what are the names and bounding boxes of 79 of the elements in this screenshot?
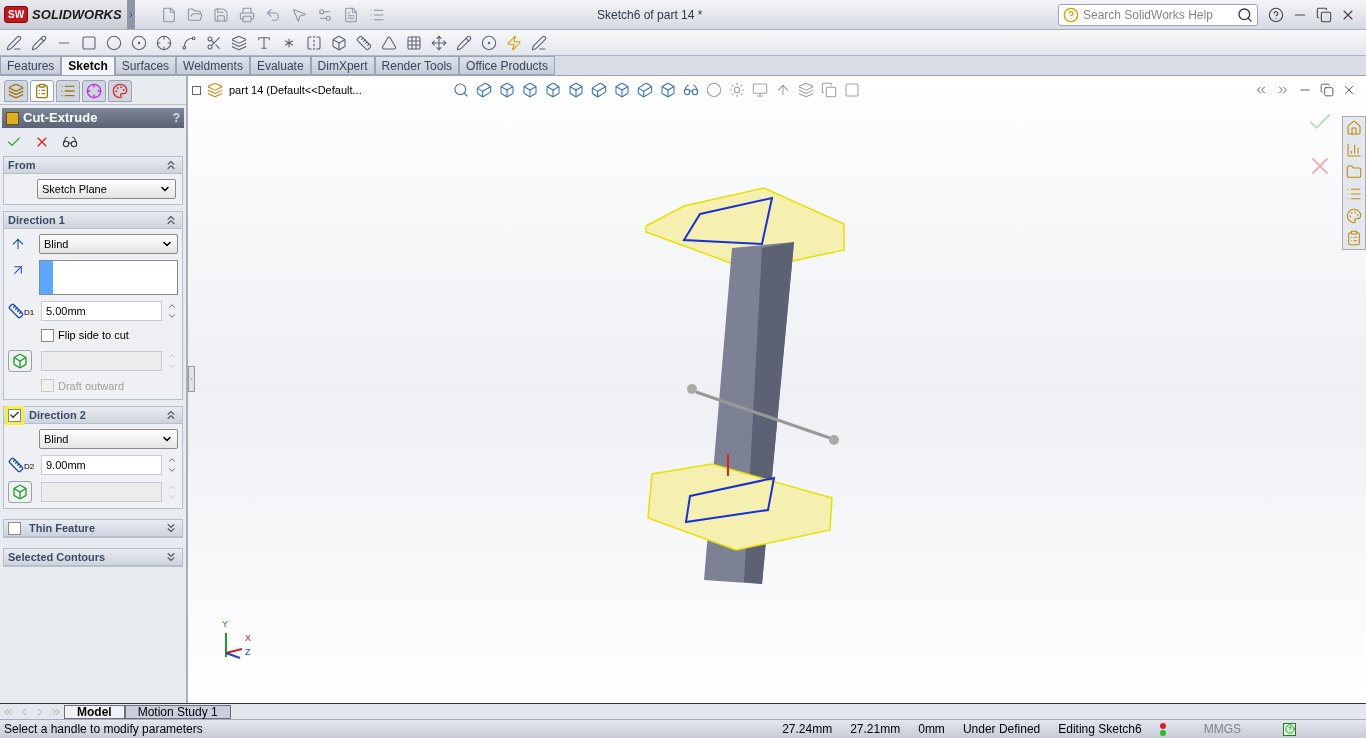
command-tab[interactable]: Surfaces — [114, 56, 177, 75]
end-condition-dropdown[interactable]: Blind — [39, 429, 178, 449]
draft-angle-field[interactable] — [41, 482, 162, 502]
collapse-chevron-icon[interactable] — [164, 213, 178, 227]
panel-title: Cut-Extrude — [23, 109, 98, 128]
checkbox-label: Flip side to cut — [58, 328, 129, 343]
feature-icon — [6, 111, 19, 125]
command-tab[interactable]: Office Products — [459, 56, 555, 75]
part-icon[interactable] — [205, 80, 225, 100]
feature-tree-label[interactable]: part 14 (Default<<Default... — [229, 81, 362, 99]
axis-label: Z — [245, 645, 251, 659]
window-title: Sketch6 of part 14 * — [597, 6, 703, 24]
axis-triad-icon — [222, 631, 244, 659]
collapse-chevron-icon[interactable] — [164, 408, 178, 422]
manager-tab-icon — [34, 83, 50, 99]
help-icon — [1063, 6, 1079, 23]
command-tab[interactable]: Sketch — [61, 56, 115, 75]
command-tab[interactable]: Evaluate — [249, 56, 311, 75]
draft-angle-field[interactable] — [41, 350, 162, 371]
status-field: 27.21mm — [850, 720, 901, 738]
search-icon[interactable] — [1237, 6, 1253, 23]
restore-icon[interactable] — [1318, 81, 1336, 99]
collapse-chevron-icon[interactable] — [164, 158, 178, 172]
checkbox-label: Draft outward — [58, 378, 125, 394]
collapse-chevron-icon[interactable] — [164, 550, 178, 564]
command-tab[interactable]: Render Tools — [374, 56, 460, 75]
panel-collapse-handle[interactable] — [188, 366, 195, 392]
rebuild-light-icon — [1159, 722, 1166, 736]
manager-tab[interactable] — [4, 80, 28, 102]
status-field: 27.24mm — [782, 720, 833, 738]
axis-label: X — [245, 632, 251, 645]
section-header[interactable]: From — [4, 157, 182, 174]
depth-field[interactable]: 9.00mm — [41, 455, 162, 475]
manager-tab[interactable] — [82, 80, 106, 102]
logo-mark: SW — [4, 6, 29, 23]
end-condition-dropdown[interactable]: Blind — [39, 234, 178, 254]
command-tab[interactable]: Features — [0, 56, 62, 75]
section-title: Direction 2 — [29, 407, 86, 423]
end-condition-dropdown[interactable]: Sketch Plane — [37, 179, 176, 199]
section-title: Thin Feature — [29, 520, 95, 536]
draft-icon[interactable] — [8, 349, 32, 372]
manager-tab-icon — [8, 83, 24, 99]
checkbox[interactable] — [41, 328, 54, 342]
status-field: Editing Sketch6 — [1058, 720, 1142, 738]
help-icon[interactable] — [1283, 722, 1296, 736]
section-title: Direction 1 — [8, 212, 65, 228]
collapse-chevron-icon[interactable] — [164, 521, 178, 535]
status-message: Select a handle to modify parameters — [4, 721, 203, 738]
manager-tab-icon — [86, 83, 102, 99]
app-logo[interactable]: SW SOLIDWORKS — [0, 0, 127, 29]
section-header[interactable]: Direction 1 — [4, 212, 182, 229]
selection-list-box[interactable] — [39, 260, 178, 295]
checkbox[interactable] — [8, 521, 21, 535]
checkbox[interactable] — [8, 408, 21, 422]
section-header[interactable]: Thin Feature — [4, 520, 182, 537]
logo-text: SOLIDWORKS — [32, 5, 122, 24]
manager-tab-icon — [60, 83, 76, 99]
model-tab[interactable]: Motion Study 1 — [124, 704, 231, 719]
status-field: Under Defined — [962, 720, 1041, 738]
graphics-viewport[interactable]: part 14 (Default<<Default... Y X Z — [188, 76, 1366, 703]
section-title: Selected Contours — [8, 549, 106, 565]
command-tab[interactable]: Weldments — [176, 56, 250, 75]
axis-label: Y — [222, 617, 229, 631]
section-title: From — [8, 157, 36, 173]
command-tab[interactable]: DimXpert — [310, 56, 375, 75]
manager-tab[interactable] — [108, 80, 132, 102]
task-pane-icon[interactable] — [1344, 206, 1364, 226]
draft-icon[interactable] — [8, 481, 32, 503]
expand-tree-icon[interactable] — [192, 85, 201, 95]
manager-tab[interactable] — [56, 80, 80, 102]
section-header[interactable]: Selected Contours — [4, 549, 182, 566]
status-field: 0mm — [918, 720, 945, 738]
search-field[interactable]: Search SolidWorks Help — [1058, 3, 1258, 26]
depth-field[interactable]: 5.00mm — [41, 301, 162, 321]
model-tab[interactable]: Model — [64, 704, 125, 719]
task-pane-icon[interactable] — [1344, 118, 1364, 138]
manager-tab-icon — [112, 83, 128, 99]
section-header[interactable]: Direction 2 — [4, 407, 182, 424]
manager-tab[interactable] — [30, 80, 54, 102]
